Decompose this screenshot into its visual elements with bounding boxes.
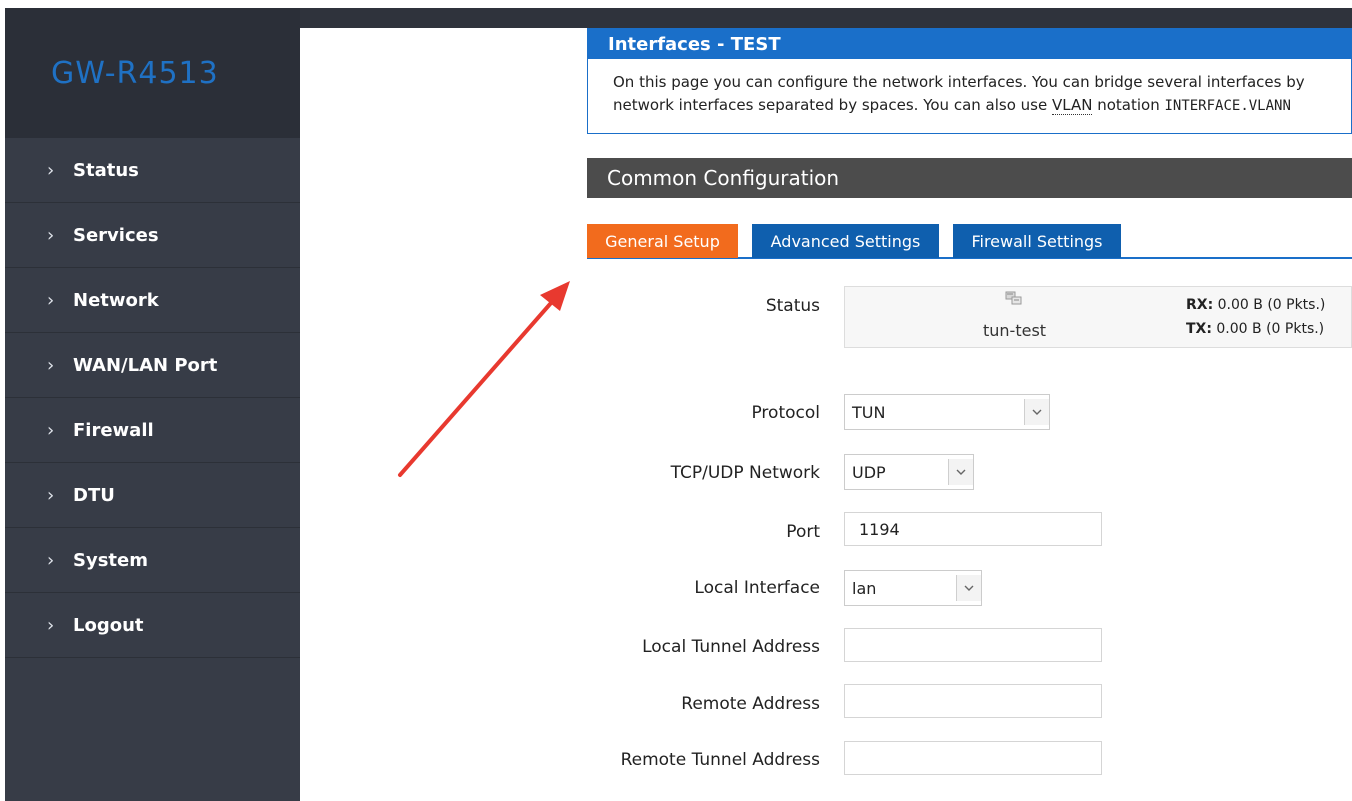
sidebar-item-network[interactable]: › Network bbox=[5, 268, 300, 333]
chevron-right-icon: › bbox=[47, 354, 55, 376]
network-select-value: UDP bbox=[852, 462, 886, 482]
vlan-abbreviation: VLAN bbox=[1051, 96, 1093, 115]
sidebar-item-label: Firewall bbox=[73, 419, 154, 441]
local-tunnel-address-input[interactable] bbox=[844, 628, 1102, 662]
chevron-down-icon bbox=[948, 459, 973, 485]
network-interface-icon bbox=[1005, 291, 1022, 305]
sidebar-item-label: WAN/LAN Port bbox=[73, 354, 218, 376]
local-interface-label: Local Interface bbox=[694, 578, 820, 598]
tab-general-setup[interactable]: General Setup bbox=[587, 224, 738, 258]
sidebar-item-label: Network bbox=[73, 289, 159, 311]
sidebar-item-status[interactable]: › Status bbox=[5, 138, 300, 203]
description-text: network interfaces separated by spaces. … bbox=[613, 96, 1052, 114]
network-select[interactable]: UDP bbox=[844, 454, 974, 490]
page-description: On this page you can configure the netwo… bbox=[588, 59, 1351, 118]
tx-counter: TX: 0.00 B (0 Pkts.) bbox=[1186, 321, 1324, 337]
chevron-down-icon bbox=[1024, 399, 1049, 425]
page-title: Interfaces - TEST bbox=[588, 29, 1351, 59]
interface-name: tun-test bbox=[983, 321, 1047, 340]
vlan-notation-code: INTERFACE.VLANN bbox=[1164, 98, 1291, 114]
tab-firewall-settings[interactable]: Firewall Settings bbox=[953, 224, 1121, 258]
port-input[interactable] bbox=[844, 512, 1102, 546]
local-interface-select[interactable]: lan bbox=[844, 570, 982, 606]
remote-tunnel-address-label: Remote Tunnel Address bbox=[620, 750, 820, 770]
sidebar-item-label: Services bbox=[73, 224, 159, 246]
network-label: TCP/UDP Network bbox=[670, 463, 820, 483]
protocol-label: Protocol bbox=[751, 403, 820, 423]
sidebar-item-firewall[interactable]: › Firewall bbox=[5, 398, 300, 463]
local-tunnel-address-label: Local Tunnel Address bbox=[642, 637, 820, 657]
protocol-select-value: TUN bbox=[852, 402, 886, 422]
sidebar-item-label: System bbox=[73, 549, 148, 571]
chevron-right-icon: › bbox=[47, 419, 55, 441]
remote-address-input[interactable] bbox=[844, 684, 1102, 718]
remote-address-label: Remote Address bbox=[681, 694, 820, 714]
chevron-right-icon: › bbox=[47, 484, 55, 506]
section-title: Common Configuration bbox=[587, 158, 1352, 198]
sidebar-item-services[interactable]: › Services bbox=[5, 203, 300, 268]
frame-top bbox=[0, 0, 1352, 8]
sidebar-item-logout[interactable]: › Logout bbox=[5, 593, 300, 658]
description-text: notation bbox=[1092, 96, 1165, 114]
port-label: Port bbox=[786, 522, 820, 542]
brand-logo: GW-R4513 bbox=[5, 8, 300, 138]
chevron-right-icon: › bbox=[47, 549, 55, 571]
tab-bar: General Setup Advanced Settings Firewall… bbox=[587, 224, 1352, 259]
chevron-right-icon: › bbox=[47, 224, 55, 246]
tx-value: 0.00 B (0 Pkts.) bbox=[1211, 321, 1325, 337]
status-panel: tun-test RX: 0.00 B (0 Pkts.) TX: 0.00 B… bbox=[844, 286, 1352, 348]
remote-tunnel-address-input[interactable] bbox=[844, 741, 1102, 775]
description-line-1: On this page you can configure the netwo… bbox=[613, 73, 1305, 91]
chevron-right-icon: › bbox=[47, 289, 55, 311]
annotation-arrow bbox=[398, 281, 570, 477]
rx-label: RX: bbox=[1186, 297, 1214, 313]
info-box: Interfaces - TEST On this page you can c… bbox=[587, 28, 1352, 134]
sidebar-item-dtu[interactable]: › DTU bbox=[5, 463, 300, 528]
sidebar-item-label: DTU bbox=[73, 484, 115, 506]
local-interface-select-value: lan bbox=[852, 578, 877, 598]
rx-value: 0.00 B (0 Pkts.) bbox=[1213, 297, 1326, 313]
description-line-2: network interfaces separated by spaces. … bbox=[613, 94, 1351, 118]
chevron-right-icon: › bbox=[47, 159, 55, 181]
protocol-select[interactable]: TUN bbox=[844, 394, 1050, 430]
tx-label: TX: bbox=[1186, 321, 1212, 337]
status-label: Status bbox=[765, 296, 820, 316]
rx-counter: RX: 0.00 B (0 Pkts.) bbox=[1186, 297, 1325, 313]
sidebar-item-system[interactable]: › System bbox=[5, 528, 300, 593]
chevron-down-icon bbox=[956, 575, 981, 601]
sidebar: GW-R4513 › Status › Services › Network ›… bbox=[5, 8, 300, 801]
top-bar bbox=[300, 8, 1352, 28]
tab-advanced-settings[interactable]: Advanced Settings bbox=[752, 224, 939, 258]
chevron-right-icon: › bbox=[47, 614, 55, 636]
sidebar-item-wan-lan-port[interactable]: › WAN/LAN Port bbox=[5, 333, 300, 398]
sidebar-item-label: Status bbox=[73, 159, 139, 181]
sidebar-item-label: Logout bbox=[73, 614, 144, 636]
